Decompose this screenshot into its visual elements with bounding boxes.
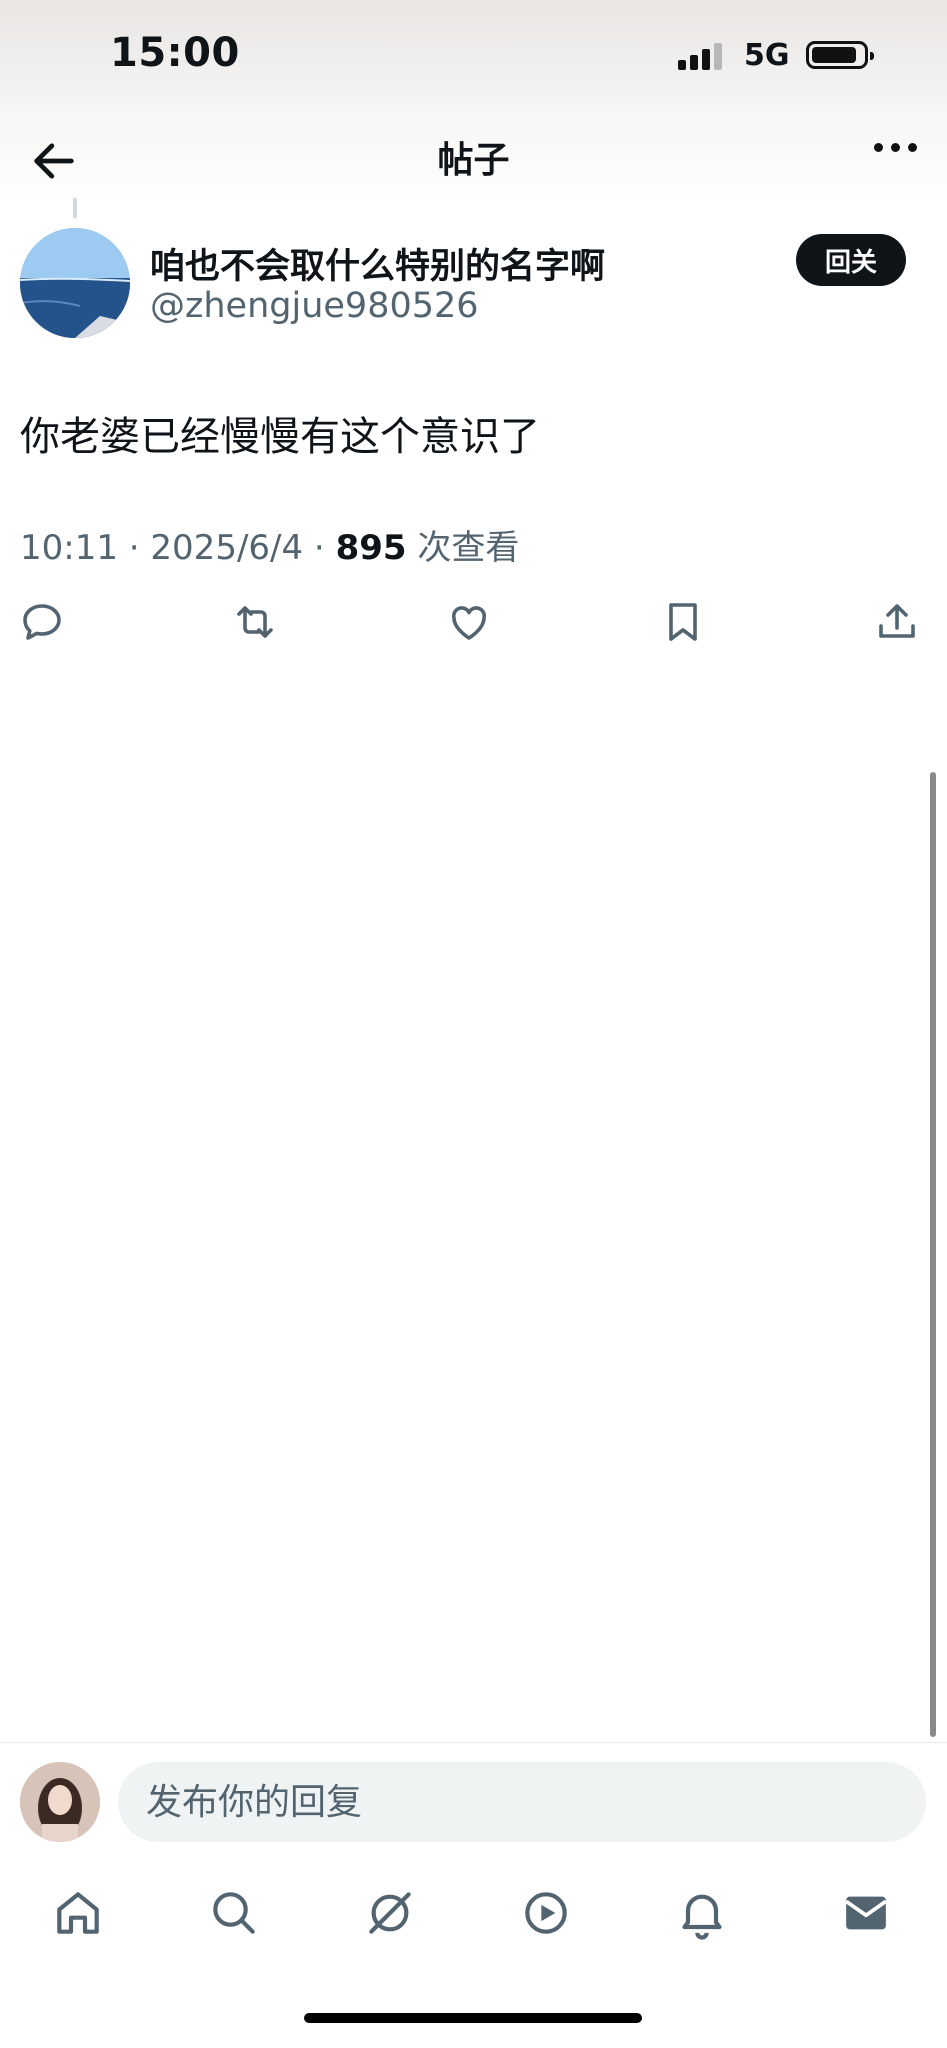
bookmark-button[interactable] [659, 598, 707, 646]
thread-connector-line [73, 198, 77, 218]
reply-icon [23, 604, 61, 640]
view-count: 895 [335, 528, 407, 568]
tab-notifications[interactable] [674, 1885, 730, 1941]
cellular-signal-icon [678, 40, 722, 70]
home-indicator[interactable] [304, 2013, 642, 2023]
scrollbar[interactable] [930, 772, 936, 1737]
avatar-image [20, 228, 130, 338]
post-meta: 10:11 · 2025/6/4 · 895 次查看 [20, 528, 520, 568]
post-actions [0, 598, 947, 648]
video-icon [525, 1892, 567, 1934]
bottom-tab-bar [0, 1875, 947, 1951]
tab-messages[interactable] [838, 1885, 894, 1941]
author-avatar[interactable] [20, 228, 130, 338]
post-date: 2025/6/4 [150, 528, 304, 568]
tab-video[interactable] [518, 1885, 574, 1941]
battery-icon [806, 41, 874, 69]
home-icon [57, 1892, 99, 1934]
status-bar: 15:00 5G [0, 0, 947, 115]
page-title: 帖子 [437, 140, 510, 181]
network-type: 5G [744, 38, 790, 73]
tab-home[interactable] [50, 1885, 106, 1941]
retweet-icon [237, 606, 273, 638]
follow-back-button[interactable]: 回关 [796, 234, 906, 286]
reply-input[interactable] [118, 1762, 926, 1842]
like-icon [451, 606, 487, 640]
author-handle[interactable]: @zhengjue980526 [150, 286, 479, 326]
view-count-label: 次查看 [417, 528, 520, 568]
divider [0, 1742, 947, 1743]
my-avatar-image [20, 1762, 100, 1842]
author-display-name[interactable]: 咱也不会取什么特别的名字啊 [150, 238, 605, 289]
more-options-button[interactable] [874, 143, 917, 152]
like-button[interactable] [445, 598, 493, 646]
bookmark-icon [669, 603, 697, 641]
grok-icon [369, 1892, 411, 1934]
reply-button[interactable] [18, 598, 66, 646]
share-icon [879, 604, 915, 638]
messages-icon [845, 1896, 887, 1930]
notifications-icon [682, 1894, 722, 1940]
tab-search[interactable] [206, 1885, 262, 1941]
share-button[interactable] [873, 598, 921, 646]
search-icon [213, 1892, 255, 1934]
my-avatar[interactable] [20, 1762, 100, 1842]
tab-grok[interactable] [362, 1885, 418, 1941]
navigation-bar: 帖子 [0, 115, 947, 205]
retweet-button[interactable] [231, 598, 279, 646]
post-time: 10:11 [20, 528, 118, 568]
more-icon [874, 143, 883, 152]
post-text: 你老婆已经慢慢有这个意识了 [20, 414, 540, 460]
status-time: 15:00 [110, 30, 240, 76]
